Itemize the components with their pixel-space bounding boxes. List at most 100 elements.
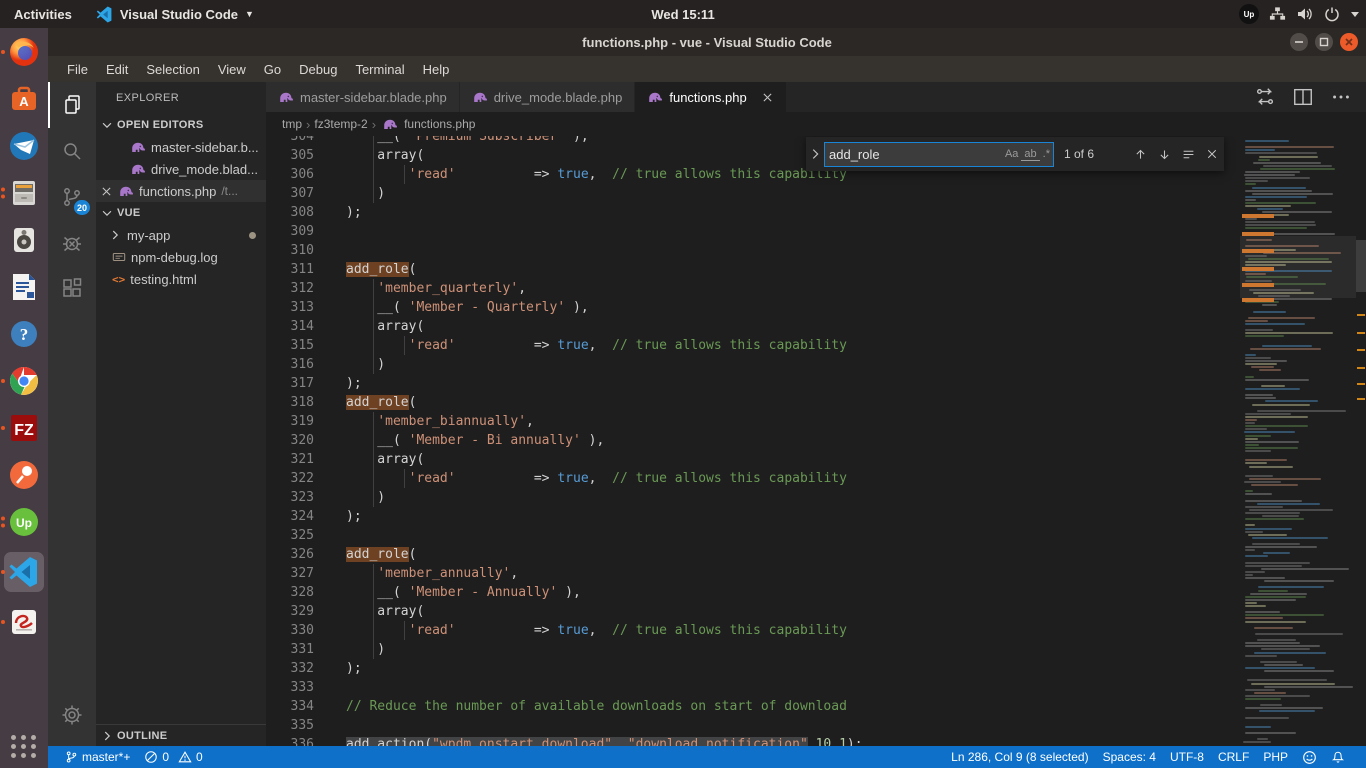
code-text[interactable]: array( xyxy=(330,602,1240,621)
cursor-position-status[interactable]: Ln 286, Col 9 (8 selected) xyxy=(944,746,1095,768)
open-changes-icon[interactable] xyxy=(1254,86,1276,108)
find-input[interactable] xyxy=(825,147,1002,162)
dock-item-vscode[interactable] xyxy=(4,552,44,592)
breadcrumb-item[interactable]: tmp xyxy=(282,117,302,131)
tab-drive-mode-blade-php[interactable]: drive_mode.blade.php xyxy=(460,82,636,112)
regex-toggle[interactable]: .* xyxy=(1040,148,1053,160)
maximize-button[interactable] xyxy=(1315,33,1333,51)
menu-view[interactable]: View xyxy=(209,56,255,82)
code-text[interactable]: __( 'Member - Quarterly' ), xyxy=(330,298,1240,317)
activity-search[interactable] xyxy=(48,128,96,174)
open-editors-header[interactable]: OPEN EDITORS xyxy=(96,114,266,136)
system-tray[interactable]: Up xyxy=(1239,4,1360,24)
dock-item-rhythmbox[interactable] xyxy=(4,223,44,257)
code-text[interactable] xyxy=(330,526,1240,545)
activity-explorer[interactable] xyxy=(48,82,96,128)
code-text[interactable]: ) xyxy=(330,640,1240,659)
more-actions-icon[interactable] xyxy=(1330,86,1352,108)
power-icon[interactable] xyxy=(1324,6,1340,22)
code-text[interactable]: add_role( xyxy=(330,393,1240,412)
dock-item-libreoffice-writer[interactable] xyxy=(4,270,44,304)
git-branch-status[interactable]: master*+ xyxy=(58,746,137,768)
outline-header[interactable]: OUTLINE xyxy=(96,724,266,746)
code-text[interactable]: add_action("wpdm_onstart_download", "dow… xyxy=(330,735,1240,746)
tab-master-sidebar-blade-php[interactable]: master-sidebar.blade.php xyxy=(266,82,460,112)
open-editor-drive-mode-blad-[interactable]: drive_mode.blad... xyxy=(96,158,266,180)
code-text[interactable]: 'member_quarterly', xyxy=(330,279,1240,298)
code-text[interactable]: __( 'Member - Annually' ), xyxy=(330,583,1240,602)
dock-item-firefox[interactable] xyxy=(4,35,44,69)
upwork-badge-icon[interactable]: Up xyxy=(1239,4,1259,24)
code-text[interactable]: add_role( xyxy=(330,260,1240,279)
code-text[interactable] xyxy=(330,678,1240,697)
menu-help[interactable]: Help xyxy=(414,56,459,82)
dock-item-thunderbird[interactable] xyxy=(4,129,44,163)
activity-source-control[interactable]: 20 xyxy=(48,174,96,220)
code-text[interactable]: 'read' => true, // true allows this capa… xyxy=(330,336,1240,355)
minimize-button[interactable] xyxy=(1290,33,1308,51)
dock-item-filezilla[interactable]: FZ xyxy=(4,411,44,445)
code-text[interactable]: ); xyxy=(330,203,1240,222)
titlebar[interactable]: functions.php - vue - Visual Studio Code xyxy=(48,28,1366,56)
dock-item-postman[interactable] xyxy=(4,458,44,492)
dock-item-ubuntu-software[interactable]: A xyxy=(4,82,44,116)
find-expand-chevron-icon[interactable] xyxy=(808,147,822,161)
close-find-icon[interactable] xyxy=(1206,148,1218,160)
code-text[interactable]: ) xyxy=(330,184,1240,203)
menu-go[interactable]: Go xyxy=(255,56,290,82)
breadcrumb[interactable]: tmp›fz3temp-2›functions.php xyxy=(266,112,1366,136)
tree-item-my-app[interactable]: my-app xyxy=(96,224,266,246)
code-text[interactable]: add_role( xyxy=(330,545,1240,564)
overview-ruler[interactable] xyxy=(1356,136,1366,746)
activity-settings[interactable] xyxy=(48,692,96,738)
menu-debug[interactable]: Debug xyxy=(290,56,346,82)
menu-terminal[interactable]: Terminal xyxy=(346,56,413,82)
feedback-smiley-icon[interactable] xyxy=(1295,746,1324,768)
activities-button[interactable]: Activities xyxy=(0,0,86,28)
dock-item-red-ribbon-app[interactable] xyxy=(4,605,44,639)
menu-selection[interactable]: Selection xyxy=(137,56,208,82)
volume-icon[interactable] xyxy=(1296,6,1314,22)
menu-file[interactable]: File xyxy=(58,56,97,82)
split-editor-icon[interactable] xyxy=(1292,86,1314,108)
problems-status[interactable]: 0 0 xyxy=(137,746,209,768)
code-lines[interactable]: 304 __( 'Premium Subscriber' ),305 array… xyxy=(266,136,1240,746)
dock-item-chrome[interactable] xyxy=(4,364,44,398)
close-button[interactable] xyxy=(1340,33,1358,51)
code-text[interactable] xyxy=(330,222,1240,241)
code-text[interactable]: 'member_annually', xyxy=(330,564,1240,583)
code-text[interactable]: array( xyxy=(330,317,1240,336)
whole-word-toggle[interactable]: ab xyxy=(1021,148,1039,161)
match-case-toggle[interactable]: Aa xyxy=(1002,148,1021,160)
show-applications-button[interactable] xyxy=(11,735,37,758)
breadcrumb-item[interactable]: functions.php xyxy=(404,117,475,131)
scrollbar-slider[interactable] xyxy=(1356,240,1366,292)
close-tab-icon[interactable] xyxy=(761,91,774,104)
menu-edit[interactable]: Edit xyxy=(97,56,137,82)
open-editor-master-sidebar-b-[interactable]: master-sidebar.b... xyxy=(96,136,266,158)
code-text[interactable]: ); xyxy=(330,507,1240,526)
folder-section-header[interactable]: VUE xyxy=(96,202,266,224)
code-text[interactable]: 'member_biannually', xyxy=(330,412,1240,431)
eol-status[interactable]: CRLF xyxy=(1211,746,1256,768)
app-menu-button[interactable]: Visual Studio Code ▼ xyxy=(86,6,264,23)
dock-item-help[interactable]: ? xyxy=(4,317,44,351)
tree-item-npm-debug-log[interactable]: npm-debug.log xyxy=(96,246,266,268)
code-text[interactable] xyxy=(330,241,1240,260)
tree-item-testing-html[interactable]: <>testing.html xyxy=(96,268,266,290)
code-text[interactable]: ); xyxy=(330,659,1240,678)
chevron-down-icon[interactable] xyxy=(1350,10,1360,18)
breadcrumb-item[interactable]: fz3temp-2 xyxy=(314,117,367,131)
encoding-status[interactable]: UTF-8 xyxy=(1163,746,1211,768)
close-editor-icon[interactable] xyxy=(100,185,113,198)
code-text[interactable] xyxy=(330,716,1240,735)
clock[interactable]: Wed 15:11 xyxy=(651,7,714,22)
activity-extensions[interactable] xyxy=(48,266,96,312)
tab-functions-php[interactable]: functions.php xyxy=(635,82,786,112)
code-text[interactable]: ); xyxy=(330,374,1240,393)
network-icon[interactable] xyxy=(1269,6,1286,22)
dock-item-upwork[interactable]: Up xyxy=(4,505,44,539)
next-match-icon[interactable] xyxy=(1158,148,1171,161)
dock-item-files[interactable] xyxy=(4,176,44,210)
code-text[interactable]: 'read' => true, // true allows this capa… xyxy=(330,469,1240,488)
